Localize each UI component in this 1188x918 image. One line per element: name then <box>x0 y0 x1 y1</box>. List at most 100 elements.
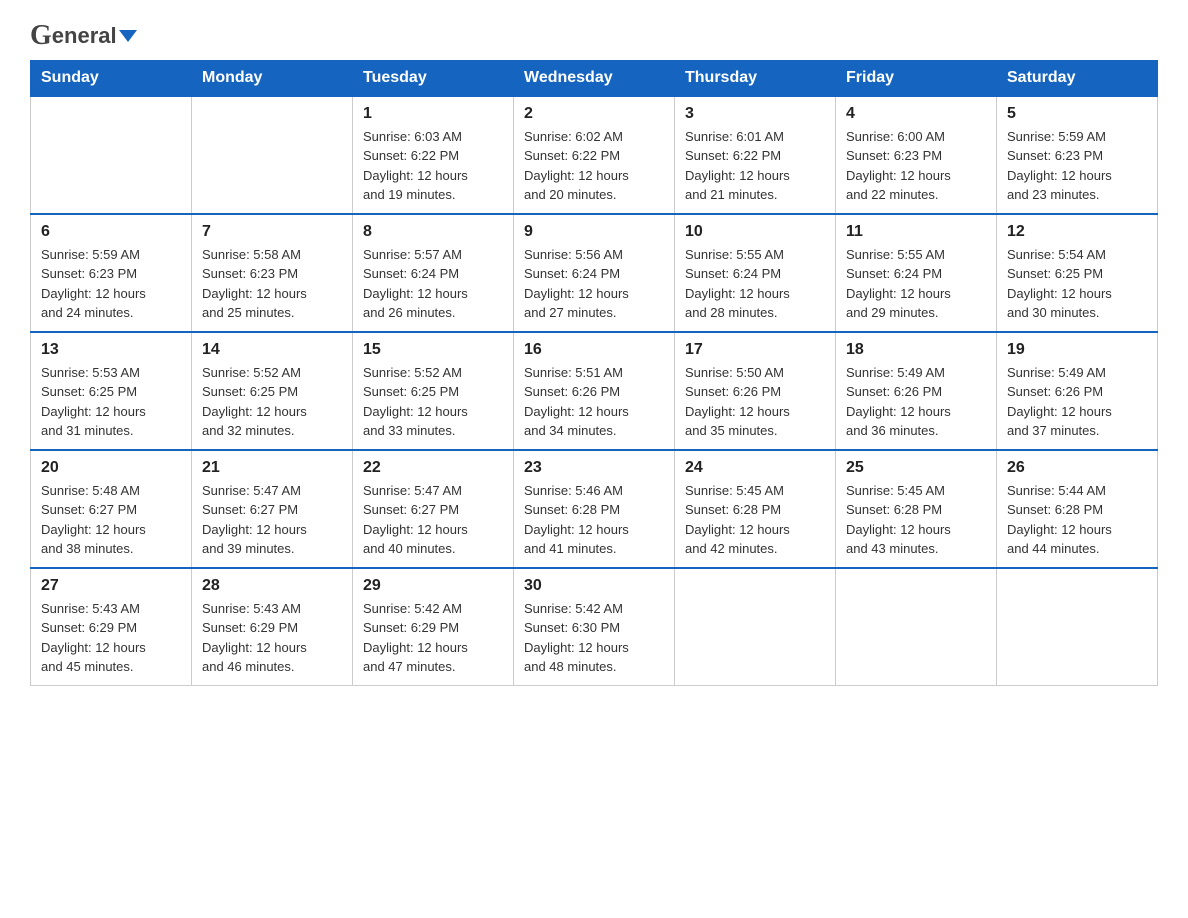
day-info: Sunrise: 5:52 AM Sunset: 6:25 PM Dayligh… <box>202 363 342 441</box>
day-number: 16 <box>524 341 664 359</box>
calendar-header-row: SundayMondayTuesdayWednesdayThursdayFrid… <box>31 61 1158 97</box>
calendar-cell: 1 Sunrise: 6:03 AM Sunset: 6:22 PM Daylig… <box>353 96 514 214</box>
day-info: Sunrise: 5:45 AM Sunset: 6:28 PM Dayligh… <box>685 481 825 559</box>
day-info: Sunrise: 5:58 AM Sunset: 6:23 PM Dayligh… <box>202 245 342 323</box>
day-info: Sunrise: 5:49 AM Sunset: 6:26 PM Dayligh… <box>846 363 986 441</box>
day-number: 14 <box>202 341 342 359</box>
weekday-header-wednesday: Wednesday <box>514 61 675 97</box>
day-info: Sunrise: 5:54 AM Sunset: 6:25 PM Dayligh… <box>1007 245 1147 323</box>
day-info: Sunrise: 5:53 AM Sunset: 6:25 PM Dayligh… <box>41 363 181 441</box>
calendar-cell: 27Sunrise: 5:43 AM Sunset: 6:29 PM Dayli… <box>31 568 192 686</box>
calendar-cell: 7 Sunrise: 5:58 AM Sunset: 6:23 PM Daylig… <box>192 214 353 332</box>
day-number: 25 <box>846 459 986 477</box>
calendar-cell: 16 Sunrise: 5:51 AM Sunset: 6:26 PM Dayli… <box>514 332 675 450</box>
calendar-cell <box>192 96 353 214</box>
day-info: Sunrise: 5:55 AM Sunset: 6:24 PM Dayligh… <box>685 245 825 323</box>
day-info: Sunrise: 6:02 AM Sunset: 6:22 PM Dayligh… <box>524 127 664 205</box>
calendar-cell: 28 Sunrise: 5:43 AM Sunset: 6:29 PM Dayli… <box>192 568 353 686</box>
day-number: 8 <box>363 223 503 241</box>
calendar-cell: 24Sunrise: 5:45 AM Sunset: 6:28 PM Dayli… <box>675 450 836 568</box>
calendar-week-row: 13 Sunrise: 5:53 AM Sunset: 6:25 PM Dayli… <box>31 332 1158 450</box>
day-info: Sunrise: 5:43 AM Sunset: 6:29 PM Dayligh… <box>202 599 342 677</box>
calendar-cell: 12 Sunrise: 5:54 AM Sunset: 6:25 PM Dayli… <box>997 214 1158 332</box>
calendar-cell: 5 Sunrise: 5:59 AM Sunset: 6:23 PM Daylig… <box>997 96 1158 214</box>
calendar-cell: 14 Sunrise: 5:52 AM Sunset: 6:25 PM Dayli… <box>192 332 353 450</box>
calendar-cell: 25 Sunrise: 5:45 AM Sunset: 6:28 PM Dayli… <box>836 450 997 568</box>
calendar-cell: 6 Sunrise: 5:59 AM Sunset: 6:23 PM Daylig… <box>31 214 192 332</box>
calendar-cell: 2 Sunrise: 6:02 AM Sunset: 6:22 PM Daylig… <box>514 96 675 214</box>
calendar-cell: 17 Sunrise: 5:50 AM Sunset: 6:26 PM Dayli… <box>675 332 836 450</box>
calendar-cell: 13 Sunrise: 5:53 AM Sunset: 6:25 PM Dayli… <box>31 332 192 450</box>
day-info: Sunrise: 5:51 AM Sunset: 6:26 PM Dayligh… <box>524 363 664 441</box>
day-number: 20 <box>41 459 181 477</box>
logo: G eneral <box>30 20 137 50</box>
calendar-cell: 11Sunrise: 5:55 AM Sunset: 6:24 PM Dayli… <box>836 214 997 332</box>
day-number: 15 <box>363 341 503 359</box>
day-number: 28 <box>202 577 342 595</box>
calendar-cell: 3 Sunrise: 6:01 AM Sunset: 6:22 PM Daylig… <box>675 96 836 214</box>
calendar-cell: 20 Sunrise: 5:48 AM Sunset: 6:27 PM Dayli… <box>31 450 192 568</box>
day-info: Sunrise: 5:42 AM Sunset: 6:30 PM Dayligh… <box>524 599 664 677</box>
calendar-week-row: 6 Sunrise: 5:59 AM Sunset: 6:23 PM Daylig… <box>31 214 1158 332</box>
calendar-cell <box>31 96 192 214</box>
logo-g: G <box>30 20 52 52</box>
calendar-cell <box>997 568 1158 686</box>
weekday-header-thursday: Thursday <box>675 61 836 97</box>
calendar-cell <box>675 568 836 686</box>
weekday-header-saturday: Saturday <box>997 61 1158 97</box>
day-number: 1 <box>363 105 503 123</box>
calendar-cell: 18 Sunrise: 5:49 AM Sunset: 6:26 PM Dayli… <box>836 332 997 450</box>
day-info: Sunrise: 5:59 AM Sunset: 6:23 PM Dayligh… <box>1007 127 1147 205</box>
day-number: 21 <box>202 459 342 477</box>
calendar-cell: 30Sunrise: 5:42 AM Sunset: 6:30 PM Dayli… <box>514 568 675 686</box>
day-number: 6 <box>41 223 181 241</box>
day-info: Sunrise: 5:42 AM Sunset: 6:29 PM Dayligh… <box>363 599 503 677</box>
calendar-cell: 15 Sunrise: 5:52 AM Sunset: 6:25 PM Dayli… <box>353 332 514 450</box>
day-number: 23 <box>524 459 664 477</box>
day-number: 2 <box>524 105 664 123</box>
calendar-cell: 10 Sunrise: 5:55 AM Sunset: 6:24 PM Dayli… <box>675 214 836 332</box>
day-number: 26 <box>1007 459 1147 477</box>
calendar-week-row: 20 Sunrise: 5:48 AM Sunset: 6:27 PM Dayli… <box>31 450 1158 568</box>
calendar-cell: 4Sunrise: 6:00 AM Sunset: 6:23 PM Daylig… <box>836 96 997 214</box>
day-info: Sunrise: 5:45 AM Sunset: 6:28 PM Dayligh… <box>846 481 986 559</box>
day-number: 5 <box>1007 105 1147 123</box>
day-number: 13 <box>41 341 181 359</box>
day-number: 12 <box>1007 223 1147 241</box>
calendar-cell: 21Sunrise: 5:47 AM Sunset: 6:27 PM Dayli… <box>192 450 353 568</box>
weekday-header-friday: Friday <box>836 61 997 97</box>
day-info: Sunrise: 6:01 AM Sunset: 6:22 PM Dayligh… <box>685 127 825 205</box>
calendar-week-row: 27Sunrise: 5:43 AM Sunset: 6:29 PM Dayli… <box>31 568 1158 686</box>
calendar-cell: 22Sunrise: 5:47 AM Sunset: 6:27 PM Dayli… <box>353 450 514 568</box>
day-number: 17 <box>685 341 825 359</box>
day-info: Sunrise: 5:44 AM Sunset: 6:28 PM Dayligh… <box>1007 481 1147 559</box>
logo-triangle-icon <box>119 30 137 42</box>
day-number: 10 <box>685 223 825 241</box>
calendar-cell: 9Sunrise: 5:56 AM Sunset: 6:24 PM Daylig… <box>514 214 675 332</box>
calendar-cell: 8 Sunrise: 5:57 AM Sunset: 6:24 PM Daylig… <box>353 214 514 332</box>
day-info: Sunrise: 5:50 AM Sunset: 6:26 PM Dayligh… <box>685 363 825 441</box>
day-info: Sunrise: 5:57 AM Sunset: 6:24 PM Dayligh… <box>363 245 503 323</box>
calendar-cell: 23Sunrise: 5:46 AM Sunset: 6:28 PM Dayli… <box>514 450 675 568</box>
day-info: Sunrise: 5:43 AM Sunset: 6:29 PM Dayligh… <box>41 599 181 677</box>
day-number: 11 <box>846 223 986 241</box>
day-info: Sunrise: 5:47 AM Sunset: 6:27 PM Dayligh… <box>363 481 503 559</box>
day-info: Sunrise: 5:59 AM Sunset: 6:23 PM Dayligh… <box>41 245 181 323</box>
day-number: 19 <box>1007 341 1147 359</box>
day-number: 7 <box>202 223 342 241</box>
day-number: 18 <box>846 341 986 359</box>
day-number: 3 <box>685 105 825 123</box>
calendar-cell: 29 Sunrise: 5:42 AM Sunset: 6:29 PM Dayli… <box>353 568 514 686</box>
day-info: Sunrise: 5:56 AM Sunset: 6:24 PM Dayligh… <box>524 245 664 323</box>
calendar-cell: 19 Sunrise: 5:49 AM Sunset: 6:26 PM Dayli… <box>997 332 1158 450</box>
calendar-cell <box>836 568 997 686</box>
day-number: 29 <box>363 577 503 595</box>
weekday-header-sunday: Sunday <box>31 61 192 97</box>
day-number: 4 <box>846 105 986 123</box>
day-info: Sunrise: 5:48 AM Sunset: 6:27 PM Dayligh… <box>41 481 181 559</box>
day-info: Sunrise: 5:52 AM Sunset: 6:25 PM Dayligh… <box>363 363 503 441</box>
day-info: Sunrise: 5:49 AM Sunset: 6:26 PM Dayligh… <box>1007 363 1147 441</box>
calendar-cell: 26 Sunrise: 5:44 AM Sunset: 6:28 PM Dayli… <box>997 450 1158 568</box>
day-info: Sunrise: 6:03 AM Sunset: 6:22 PM Dayligh… <box>363 127 503 205</box>
page-header: G eneral <box>30 20 1158 50</box>
